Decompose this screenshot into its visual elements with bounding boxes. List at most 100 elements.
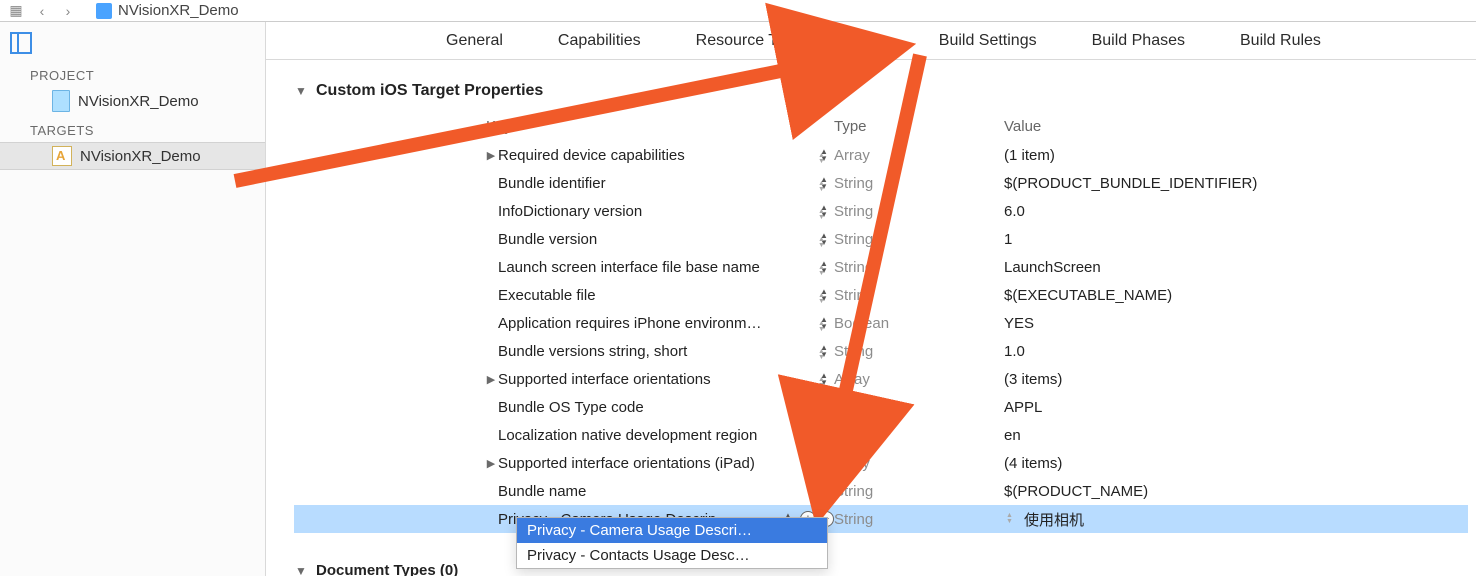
value-cell[interactable]: $(EXECUTABLE_NAME) <box>1004 287 1172 304</box>
sidebar-item-project[interactable]: NVisionXR_Demo <box>0 87 265 115</box>
breadcrumb-title: NVisionXR_Demo <box>118 2 239 19</box>
table-row[interactable]: Privacy - Camera Usage Descrip…▲▼+−Strin… <box>294 505 1468 533</box>
key-cell[interactable]: Supported interface orientations (iPad) <box>498 455 818 472</box>
type-cell[interactable]: String <box>834 399 873 416</box>
stepper-icon[interactable]: ▲▼ <box>818 321 830 333</box>
type-cell[interactable]: Array <box>834 147 870 164</box>
tab-build-rules[interactable]: Build Rules <box>1240 32 1321 50</box>
type-cell[interactable]: String <box>834 483 873 500</box>
table-row[interactable]: Bundle name▲▼String▲▼$(PRODUCT_NAME) <box>294 477 1468 505</box>
editor-area: General Capabilities Resource Tags Info … <box>266 22 1476 576</box>
app-target-icon <box>52 146 72 166</box>
key-cell[interactable]: Bundle versions string, short <box>498 343 818 360</box>
stepper-icon[interactable]: ▲▼ <box>818 405 830 417</box>
type-cell[interactable]: String <box>834 175 873 192</box>
key-cell[interactable]: Application requires iPhone environm… <box>498 315 818 332</box>
type-cell[interactable]: String <box>834 427 873 444</box>
table-row[interactable]: Bundle identifier▲▼String▲▼$(PRODUCT_BUN… <box>294 169 1468 197</box>
table-row[interactable]: Localization native development region▲▼… <box>294 421 1468 449</box>
stepper-icon[interactable]: ▲▼ <box>818 489 830 501</box>
value-cell[interactable]: $(PRODUCT_BUNDLE_IDENTIFIER) <box>1004 175 1257 192</box>
stepper-icon[interactable]: ▲▼ <box>818 153 830 165</box>
type-cell[interactable]: Array <box>834 371 870 388</box>
disclosure-triangle-icon[interactable]: ▶ <box>484 149 498 162</box>
table-row[interactable]: Executable file▲▼String▲▼$(EXECUTABLE_NA… <box>294 281 1468 309</box>
type-cell[interactable]: String <box>834 231 873 248</box>
value-cell[interactable]: 6.0 <box>1004 203 1025 220</box>
type-cell[interactable]: String <box>834 511 873 528</box>
forward-icon[interactable]: › <box>60 3 76 19</box>
value-cell[interactable]: 使用相机 <box>1024 509 1084 530</box>
type-cell[interactable]: String <box>834 343 873 360</box>
disclosure-triangle-icon[interactable]: ▼ <box>294 564 308 576</box>
type-cell[interactable]: Array <box>834 455 870 472</box>
type-cell[interactable]: Boolean <box>834 315 889 332</box>
type-cell[interactable]: String <box>834 259 873 276</box>
project-icon <box>96 3 112 19</box>
tab-resource-tags[interactable]: Resource Tags <box>696 32 802 50</box>
key-cell[interactable]: Executable file <box>498 287 818 304</box>
stepper-icon[interactable]: ▲▼ <box>818 433 830 445</box>
top-toolbar: ▦ ‹ › NVisionXR_Demo <box>0 0 1476 22</box>
tab-general[interactable]: General <box>446 32 503 50</box>
type-cell[interactable]: String <box>834 287 873 304</box>
disclosure-triangle-icon[interactable]: ▼ <box>294 84 308 98</box>
value-cell[interactable]: 1 <box>1004 231 1012 248</box>
tab-build-phases[interactable]: Build Phases <box>1092 32 1185 50</box>
section-header[interactable]: ▼ Custom iOS Target Properties <box>294 82 1468 100</box>
sidebar-item-label: NVisionXR_Demo <box>78 93 199 110</box>
stepper-icon[interactable]: ▲▼ <box>818 237 830 249</box>
table-row[interactable]: ▶Required device capabilities▲▼Array▲▼(1… <box>294 141 1468 169</box>
stepper-icon[interactable]: ▲▼ <box>818 293 830 305</box>
sidebar-section-project: PROJECT <box>0 60 265 87</box>
dropdown-item[interactable]: Privacy - Camera Usage Descri… <box>517 518 827 543</box>
stepper-icon[interactable]: ▲▼ <box>818 265 830 277</box>
stepper-icon[interactable]: ▲▼ <box>818 349 830 361</box>
disclosure-triangle-icon[interactable]: ▶ <box>484 457 498 470</box>
tab-capabilities[interactable]: Capabilities <box>558 32 641 50</box>
value-cell[interactable]: en <box>1004 427 1021 444</box>
table-row[interactable]: ▶Supported interface orientations (iPad)… <box>294 449 1468 477</box>
table-row[interactable]: Bundle OS Type code▲▼String▲▼APPL <box>294 393 1468 421</box>
key-cell[interactable]: Bundle name <box>498 483 818 500</box>
stepper-icon[interactable]: ▲▼ <box>818 209 830 221</box>
value-cell[interactable]: APPL <box>1004 399 1042 416</box>
type-cell[interactable]: String <box>834 203 873 220</box>
back-icon[interactable]: ‹ <box>34 3 50 19</box>
value-cell[interactable]: LaunchScreen <box>1004 259 1101 276</box>
sidebar-item-target[interactable]: NVisionXR_Demo <box>0 142 265 170</box>
stepper-icon[interactable]: ▲▼ <box>818 377 830 389</box>
section-document-types[interactable]: ▼ Document Types (0) <box>294 562 458 576</box>
stepper-icon[interactable]: ▲▼ <box>818 181 830 193</box>
value-cell[interactable]: 1.0 <box>1004 343 1025 360</box>
table-row[interactable]: Bundle versions string, short▲▼String▲▼1… <box>294 337 1468 365</box>
value-cell[interactable]: (4 items) <box>1004 455 1062 472</box>
key-cell[interactable]: Required device capabilities <box>498 147 818 164</box>
table-row[interactable]: ▶Supported interface orientations▲▼ Array… <box>294 365 1468 393</box>
table-row[interactable]: Application requires iPhone environm…▲▼ B… <box>294 309 1468 337</box>
key-cell[interactable]: Localization native development region <box>498 427 818 444</box>
key-cell[interactable]: Bundle version <box>498 231 818 248</box>
table-row[interactable]: Bundle version▲▼String▲▼1 <box>294 225 1468 253</box>
key-cell[interactable]: Supported interface orientations <box>498 371 818 388</box>
dropdown-item[interactable]: Privacy - Contacts Usage Desc… <box>517 543 827 568</box>
key-autocomplete-dropdown[interactable]: Privacy - Camera Usage Descri… Privacy -… <box>516 517 828 569</box>
stepper-icon[interactable]: ▲▼ <box>1006 513 1018 525</box>
grid-icon[interactable]: ▦ <box>8 3 24 19</box>
key-cell[interactable]: Launch screen interface file base name <box>498 259 818 276</box>
key-cell[interactable]: InfoDictionary version <box>498 203 818 220</box>
value-cell[interactable]: (1 item) <box>1004 147 1055 164</box>
value-cell[interactable]: (3 items) <box>1004 371 1062 388</box>
key-cell[interactable]: Bundle identifier <box>498 175 818 192</box>
value-cell[interactable]: $(PRODUCT_NAME) <box>1004 483 1148 500</box>
tab-build-settings[interactable]: Build Settings <box>939 32 1037 50</box>
section-title: Document Types (0) <box>316 562 458 576</box>
panel-toggle-icon[interactable] <box>10 32 32 54</box>
disclosure-triangle-icon[interactable]: ▶ <box>484 373 498 386</box>
table-row[interactable]: InfoDictionary version▲▼String▲▼6.0 <box>294 197 1468 225</box>
stepper-icon[interactable]: ▲▼ <box>818 461 830 473</box>
value-cell[interactable]: YES <box>1004 315 1034 332</box>
tab-info[interactable]: Info <box>857 32 884 50</box>
table-row[interactable]: Launch screen interface file base name▲▼… <box>294 253 1468 281</box>
key-cell[interactable]: Bundle OS Type code <box>498 399 818 416</box>
